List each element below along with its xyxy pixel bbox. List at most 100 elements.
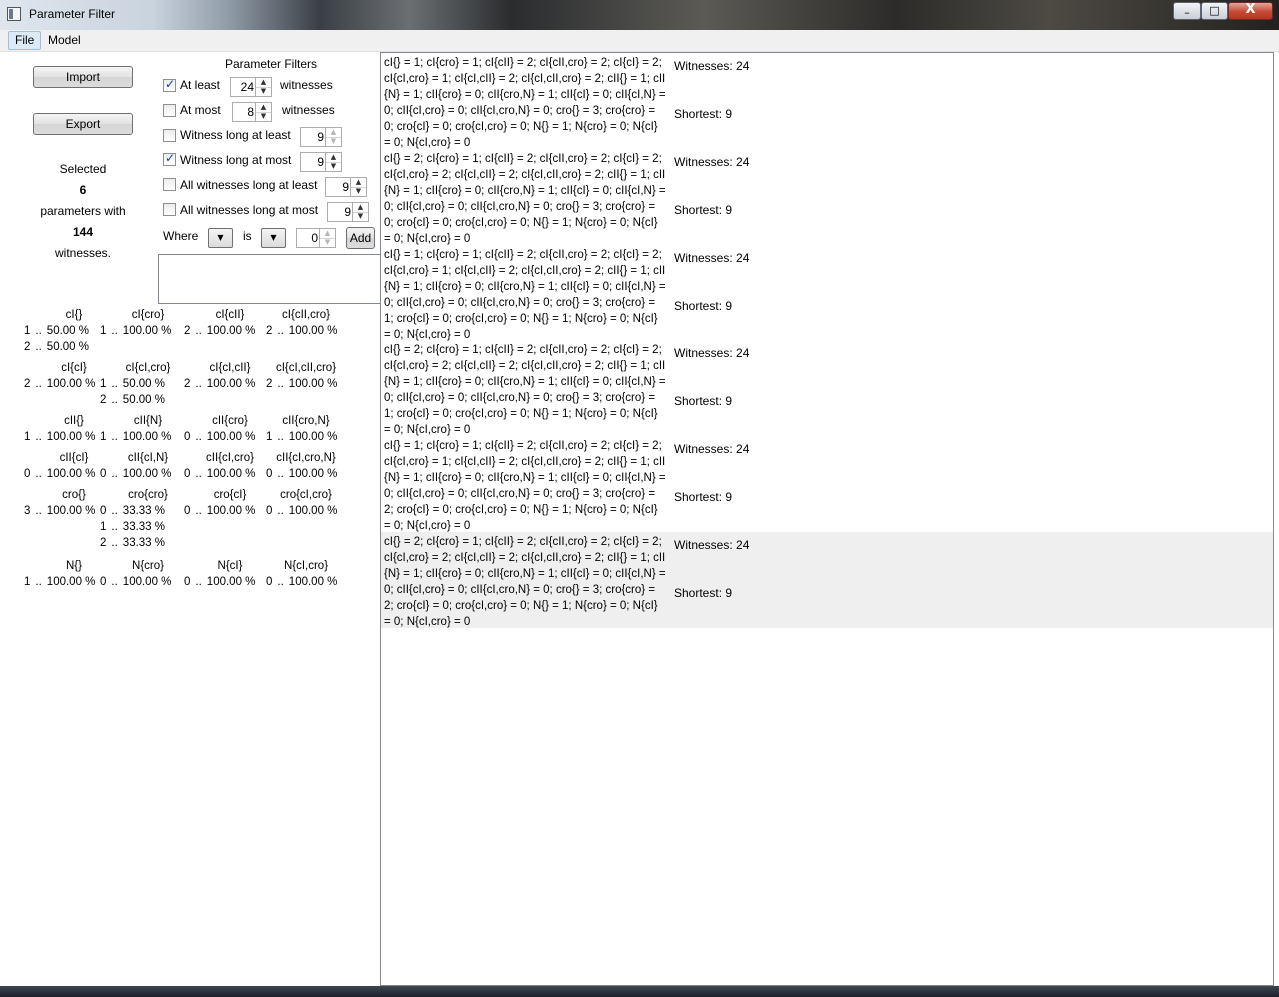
param-sep: .. [111,537,118,549]
param-value: 1 [24,576,31,588]
witness-row[interactable]: cI{} = 1; cI{cro} = 1; cI{cII} = 2; cI{c… [381,53,1273,149]
param-column-header: cII{cro} [212,415,248,427]
spin-down-icon[interactable]: ▼ [255,112,271,121]
witness-count: Witnesses: 24 [674,538,750,552]
operator-dropdown[interactable]: ▼ [261,228,286,248]
at-most-value: 8 [247,105,254,119]
spin-down-icon[interactable]: ▼ [350,187,366,196]
param-value-row: 0.. 100.00 % [266,576,337,588]
witnesses-label: witnesses. [54,246,112,260]
where-value-spinner[interactable]: 0 ▲ ▼ [296,228,336,248]
witness-long-at-least-spinner[interactable]: 9 ▲ ▼ [300,127,342,147]
param-sep: .. [195,431,202,443]
witness-row[interactable]: cI{} = 1; cI{cro} = 1; cI{cII} = 2; cI{c… [381,245,1273,341]
all-long-at-least-checkbox[interactable] [163,178,176,191]
param-sep: .. [195,505,202,517]
all-long-at-least-value: 9 [342,180,349,194]
spin-down-icon[interactable]: ▼ [319,238,335,247]
param-share: 50.00 % [122,394,165,406]
spin-down-icon[interactable]: ▼ [325,162,341,171]
at-most-spinner[interactable]: 8 ▲ ▼ [232,102,272,122]
at-least-checkbox[interactable] [163,77,176,92]
minimize-button[interactable]: – [1173,2,1201,20]
where-parameter-dropdown[interactable]: ▼ [208,228,233,248]
param-sep: .. [195,325,202,337]
param-value: 0 [100,576,107,588]
param-sep: .. [111,505,118,517]
param-column-header: cI{cI,cII,cro} [275,362,337,374]
menu-file[interactable]: File [8,31,42,50]
close-button[interactable]: X [1228,2,1273,20]
param-value: 0 [24,468,31,480]
param-sep: .. [35,431,42,443]
witness-parameters-text: cI{} = 1; cI{cro} = 1; cI{cII} = 2; cI{c… [384,57,666,149]
param-share: 100.00 % [288,378,338,390]
param-column-header: cI{cI,cII} [209,362,251,374]
param-column-header: cro{cro} [128,489,168,501]
param-value: 1 [100,378,107,390]
export-button[interactable]: Export [33,113,133,135]
all-long-at-most-checkbox[interactable] [163,203,176,216]
menu-model[interactable]: Model [42,31,87,50]
param-share: 100.00 % [46,378,96,390]
param-share: 33.33 % [122,521,165,533]
param-value-row: 2.. 100.00 % [184,378,255,390]
at-most-checkbox[interactable] [163,104,176,117]
active-filters-list[interactable] [158,254,380,304]
add-filter-button[interactable]: Add [346,227,375,249]
spin-down-icon[interactable]: ▼ [255,87,271,96]
all-long-at-most-spinner[interactable]: 9 ▲ ▼ [327,202,369,222]
param-column-header: cro{cI} [213,489,247,501]
maximize-button[interactable]: □ [1201,2,1228,20]
param-share: 100.00 % [206,378,256,390]
param-share: 100.00 % [46,505,96,517]
param-share: 100.00 % [288,431,338,443]
param-value: 0 [184,468,191,480]
param-share: 50.00 % [46,341,89,353]
param-value-row: 1.. 100.00 % [24,576,95,588]
close-icon: X [1245,2,1256,17]
param-value-row: 0.. 100.00 % [184,576,255,588]
witness-row[interactable]: cI{} = 2; cI{cro} = 1; cI{cII} = 2; cI{c… [381,340,1273,436]
param-share: 100.00 % [46,576,96,588]
param-column-header: cI{cI,cro} [125,362,171,374]
spin-down-icon[interactable]: ▼ [352,212,368,221]
witness-row[interactable]: cI{} = 2; cI{cro} = 1; cI{cII} = 2; cI{c… [381,149,1273,245]
param-value-row: 2.. 50.00 % [100,394,165,406]
param-share: 100.00 % [46,431,96,443]
all-long-at-least-spinner[interactable]: 9 ▲ ▼ [325,177,367,197]
witness-row[interactable]: cI{} = 2; cI{cro} = 1; cI{cII} = 2; cI{c… [381,532,1273,628]
spin-down-icon[interactable]: ▼ [325,137,341,146]
witness-parameters-text: cI{} = 2; cI{cro} = 1; cI{cII} = 2; cI{c… [384,152,666,245]
at-least-spinner[interactable]: 24 ▲ ▼ [230,77,272,97]
param-value: 1 [100,431,107,443]
at-least-label: At least [180,78,221,92]
menu-bar: File Model [0,30,1279,52]
witness-long-at-least-label: Witness long at least [180,128,291,142]
param-value: 2 [266,378,273,390]
witness-long-at-most-spinner[interactable]: 9 ▲ ▼ [300,152,342,172]
witness-long-at-most-checkbox[interactable] [163,151,176,166]
param-share: 100.00 % [122,468,172,480]
param-sep: .. [277,431,284,443]
param-value-row: 1.. 33.33 % [100,521,165,533]
param-value: 0 [266,576,273,588]
witness-list[interactable]: cI{} = 1; cI{cro} = 1; cI{cII} = 2; cI{c… [380,52,1274,986]
shortest-witness: Shortest: 9 [674,586,733,600]
where-value: 0 [311,231,318,245]
witness-long-at-least-checkbox[interactable] [163,129,176,142]
title-bar[interactable]: Parameter Filter – □ X [0,0,1279,30]
window-title: Parameter Filter [29,7,116,21]
param-sep: .. [111,325,118,337]
param-value-row: 0.. 100.00 % [184,431,255,443]
param-column-header: cII{cI} [59,452,89,464]
import-button[interactable]: Import [33,66,133,88]
param-value-row: 2.. 100.00 % [184,325,255,337]
param-column-header: cro{cI,cro} [280,489,332,501]
param-value-row: 0.. 33.33 % [100,505,165,517]
taskbar [0,986,1279,997]
shortest-witness: Shortest: 9 [674,490,733,505]
param-share: 100.00 % [206,325,256,337]
witness-row[interactable]: cI{} = 1; cI{cro} = 1; cI{cII} = 2; cI{c… [381,436,1273,532]
param-sep: .. [277,378,284,390]
